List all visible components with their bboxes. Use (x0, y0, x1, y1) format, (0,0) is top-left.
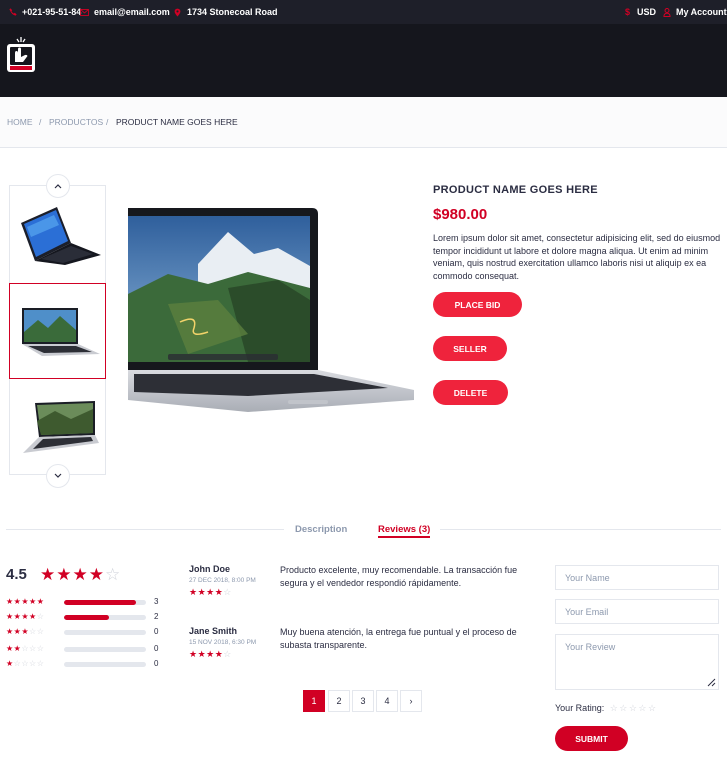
delete-button[interactable]: DELETE (433, 380, 508, 405)
page-next-button[interactable]: › (400, 690, 422, 712)
product-details: PRODUCT NAME GOES HERE $980.00 Lorem ips… (433, 184, 723, 282)
page-2-button[interactable]: 2 (328, 690, 350, 712)
rating-bar (64, 630, 146, 635)
submit-review-button[interactable]: SUBMIT (555, 726, 628, 751)
star-outline-icon: ☆ (105, 565, 122, 584)
rating-bar-fill (64, 600, 137, 605)
star-icon: ★ (56, 565, 73, 584)
breadcrumb-separator: / (106, 117, 109, 127)
seller-button[interactable]: SELLER (433, 336, 507, 361)
review-email-input[interactable]: Your Email (555, 599, 719, 624)
page-3-button[interactable]: 3 (352, 690, 374, 712)
address-text: 1734 Stonecoal Road (187, 7, 278, 17)
tabs-divider-left (6, 529, 284, 530)
tab-description[interactable]: Description (295, 524, 347, 535)
chevron-down-icon (54, 473, 62, 478)
rating-count: 0 (154, 627, 159, 636)
phone-icon (8, 8, 17, 16)
email-text: email@email.com (94, 7, 170, 17)
rating-bar (64, 647, 146, 652)
rating-stars: ★★☆☆☆ (6, 644, 45, 653)
rating-row-4: ★★★★☆ 2 (6, 612, 159, 622)
page-4-button[interactable]: 4 (376, 690, 398, 712)
average-rating-stars: ★★★★☆ (40, 565, 121, 585)
rating-bar (64, 600, 146, 605)
currency-selector[interactable]: $ USD (623, 0, 656, 24)
chevron-up-icon (54, 184, 62, 189)
breadcrumb-separator: / (39, 117, 42, 127)
rating-bar (64, 615, 146, 620)
phone-text: +021-95-51-84 (22, 7, 82, 17)
rating-count: 3 (154, 597, 159, 606)
breadcrumb: HOME / PRODUCTOS / PRODUCT NAME GOES HER… (0, 97, 727, 148)
rating-row-2: ★★☆☆☆ 0 (6, 644, 159, 654)
page-1-button[interactable]: 1 (303, 690, 325, 712)
map-marker-icon (173, 8, 182, 17)
email-link[interactable]: email@email.com (80, 0, 170, 24)
currency-text: USD (637, 7, 657, 17)
laptop-dark-image (20, 207, 101, 265)
rating-stars: ★★★★★ (6, 597, 45, 606)
rating-stars: ★★★★☆ (6, 612, 45, 621)
rating-stars: ★★★☆☆ (6, 627, 45, 636)
breadcrumb-home[interactable]: HOME (7, 117, 33, 127)
review-text: Producto excelente, muy recomendable. La… (280, 565, 518, 588)
product-main-image[interactable] (128, 204, 416, 416)
logo[interactable] (6, 35, 36, 75)
dollar-icon: $ (624, 7, 630, 17)
envelope-icon (80, 8, 89, 16)
product-price: $980.00 (433, 206, 488, 223)
thumbnail-gallery (9, 174, 107, 488)
review-name-input[interactable]: Your Name (555, 565, 719, 590)
rating-bar-fill (64, 615, 110, 620)
laptop-silver-image (21, 308, 100, 356)
product-name: PRODUCT NAME GOES HERE (433, 184, 598, 196)
tab-reviews[interactable]: Reviews (3) (378, 524, 431, 538)
thumbnail-prev-button[interactable] (46, 174, 70, 198)
rating-count: 0 (154, 644, 159, 653)
thumbnail-2-selected[interactable] (9, 283, 106, 379)
address-link[interactable]: 1734 Stonecoal Road (173, 0, 278, 24)
product-description: Lorem ipsum dolor sit amet, consectetur … (433, 233, 721, 281)
average-rating: 4.5 (6, 566, 27, 583)
rating-row-3: ★★★☆☆ 0 (6, 627, 159, 637)
place-bid-button[interactable]: PLACE BID (433, 292, 522, 317)
my-account-link[interactable]: My Account (662, 0, 727, 24)
star-icon: ★ (40, 565, 57, 584)
review-text-textarea[interactable]: Your Review (555, 634, 719, 690)
laptop-main-image (128, 208, 414, 412)
resize-handle-icon[interactable] (707, 678, 716, 687)
rating-count: 0 (154, 659, 159, 668)
my-account-text: My Account (676, 7, 727, 17)
review-item: Jane Smith 15 NOV 2018, 6:30 PM ★★★★☆ Mu… (189, 626, 529, 660)
phone-link[interactable]: +021-95-51-84 (8, 0, 81, 24)
rating-input-stars[interactable]: ☆☆☆☆☆ (610, 703, 658, 713)
star-icon: ★ (88, 565, 105, 584)
rating-bar (64, 662, 146, 667)
breadcrumb-productos[interactable]: PRODUCTOS (49, 117, 103, 127)
your-rating: Your Rating: ☆☆☆☆☆ (555, 703, 658, 714)
user-icon (662, 7, 671, 17)
tabs-divider-right (440, 529, 721, 530)
your-rating-label: Your Rating: (555, 703, 605, 713)
thumbnail-1[interactable] (10, 186, 107, 282)
thumbnail-next-button[interactable] (46, 464, 70, 488)
laptop-landscape-image (22, 401, 99, 453)
star-icon: ★ (72, 565, 89, 584)
review-textarea-placeholder: Your Review (565, 642, 616, 652)
breadcrumb-current: PRODUCT NAME GOES HERE (116, 117, 238, 127)
review-item: John Doe 27 DEC 2018, 8:00 PM ★★★★☆ Prod… (189, 564, 529, 598)
thumbnail-3[interactable] (10, 380, 107, 476)
rating-row-5: ★★★★★ 3 (6, 597, 159, 607)
review-text: Muy buena atención, la entrega fue puntu… (280, 627, 517, 650)
rating-row-1: ★☆☆☆☆ 0 (6, 659, 159, 669)
rating-count: 2 (154, 612, 159, 621)
top-bar: +021-95-51-84 email@email.com 1734 Stone… (0, 0, 727, 24)
rating-stars: ★☆☆☆☆ (6, 659, 45, 668)
header (0, 24, 727, 97)
